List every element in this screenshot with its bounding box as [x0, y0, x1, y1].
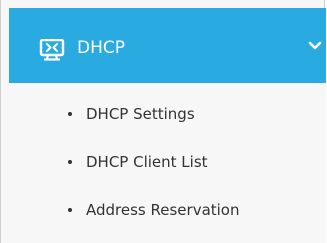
submenu-item-label: DHCP Settings — [86, 105, 195, 123]
bullet-icon — [68, 112, 72, 116]
bullet-icon — [68, 160, 72, 164]
monitor-settings-icon — [39, 39, 65, 61]
submenu-item-address-reservation[interactable]: Address Reservation — [9, 195, 326, 225]
chevron-down-icon[interactable] — [308, 41, 322, 51]
sidebar-menu: DHCP DHCP Settings DHCP Client List Addr… — [0, 0, 326, 243]
dhcp-submenu: DHCP Settings DHCP Client List Address R… — [9, 83, 326, 243]
dhcp-menu-header[interactable]: DHCP — [9, 8, 326, 83]
submenu-item-dhcp-settings[interactable]: DHCP Settings — [9, 99, 326, 129]
submenu-item-label: DHCP Client List — [86, 153, 208, 171]
submenu-item-label: Address Reservation — [86, 201, 240, 219]
dhcp-menu-title: DHCP — [77, 38, 125, 58]
submenu-item-dhcp-client-list[interactable]: DHCP Client List — [9, 147, 326, 177]
bullet-icon — [68, 208, 72, 212]
